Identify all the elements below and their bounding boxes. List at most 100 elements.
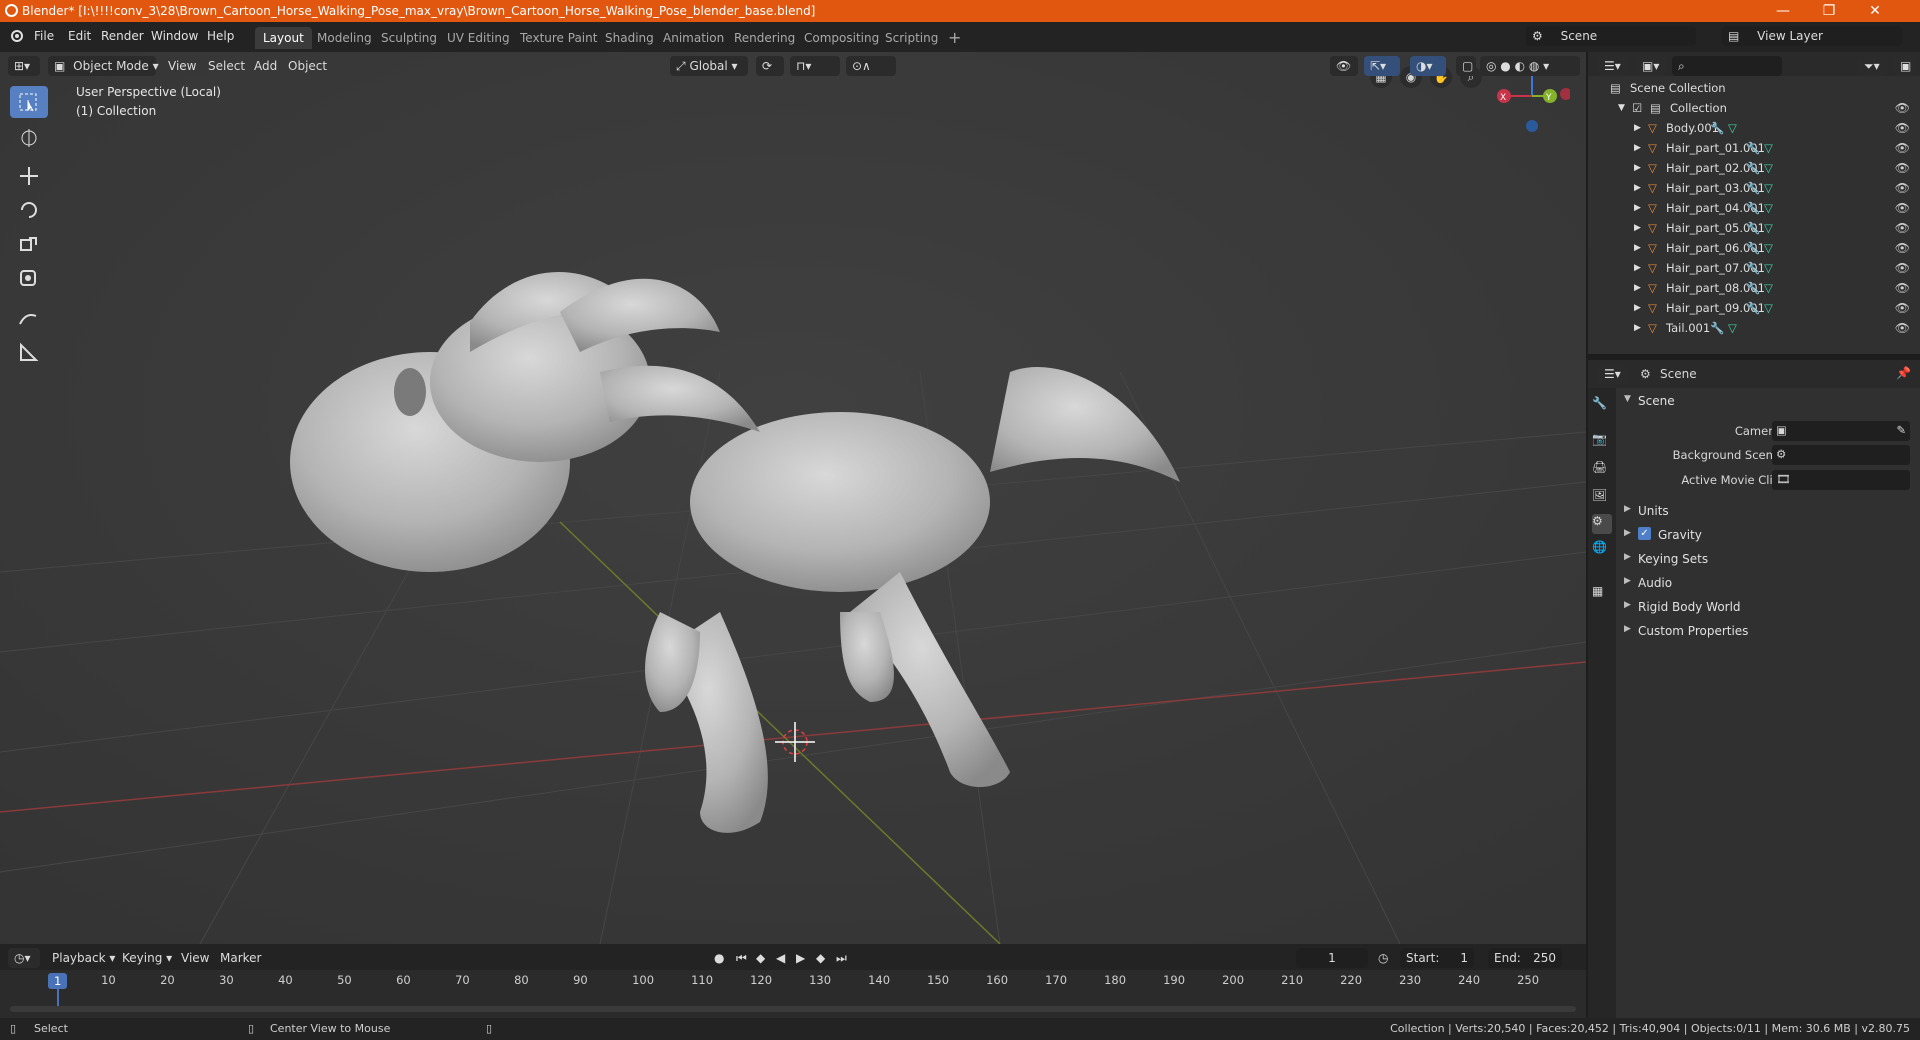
play-reverse-icon[interactable]: ◀	[776, 951, 785, 965]
xray-icon[interactable]: ▢	[1456, 56, 1476, 76]
outliner-search-input[interactable]: ⌕	[1672, 56, 1782, 76]
pivot-icon[interactable]: ⟳	[756, 56, 784, 76]
eye-icon[interactable]: 👁	[1895, 101, 1910, 115]
tab-rendering[interactable]: Rendering	[726, 27, 803, 49]
overlay-toggle-icon[interactable]: ◑▾	[1410, 56, 1446, 76]
prev-keyframe-icon[interactable]: ◆	[756, 951, 765, 965]
eye-icon[interactable]: 👁	[1895, 161, 1910, 175]
outliner-editor-icon[interactable]: ☰▾	[1598, 56, 1628, 76]
filter-icon[interactable]: ⏷▾	[1858, 56, 1888, 76]
modifier-wrench-icon[interactable]: 🔧	[1746, 181, 1760, 195]
editor-type-icon[interactable]: ⊞▾	[8, 56, 40, 76]
eye-icon[interactable]: 👁	[1895, 201, 1910, 215]
minimize-button[interactable]: —	[1760, 0, 1806, 22]
cursor-tool[interactable]	[10, 122, 48, 154]
eye-icon[interactable]: 👁	[1895, 221, 1910, 235]
tab-scripting[interactable]: Scripting	[877, 27, 946, 49]
tab-shading[interactable]: Shading	[597, 27, 662, 49]
property-panel-header[interactable]: ▶ Rigid Body World	[1620, 596, 1920, 618]
jump-end-icon[interactable]: ⏭	[836, 951, 847, 966]
render-tab-icon[interactable]: 📷	[1592, 432, 1612, 452]
menu-keying[interactable]: Keying ▾	[122, 951, 172, 965]
outliner-scene-collection[interactable]: ▤ Scene Collection	[1588, 78, 1920, 98]
scene-selector[interactable]: ⚙ Scene	[1526, 26, 1696, 46]
blender-menu-icon[interactable]	[10, 29, 24, 46]
modifier-wrench-icon[interactable]: 🔧	[1710, 321, 1724, 335]
mesh-data-icon[interactable]: ▽	[1764, 221, 1773, 235]
expand-arrow-icon[interactable]: ▶	[1634, 263, 1641, 273]
eye-icon[interactable]: 👁	[1895, 261, 1910, 275]
menu-timeline-view[interactable]: View	[181, 951, 209, 965]
scene-tab-icon[interactable]: ⚙	[1592, 514, 1612, 534]
menu-file[interactable]: File	[34, 29, 54, 43]
mesh-data-icon[interactable]: ▽	[1764, 241, 1773, 255]
expand-arrow-icon[interactable]: ▶	[1634, 243, 1641, 253]
3d-viewport[interactable]: User Perspective (Local) (1) Collection …	[0, 52, 1586, 944]
modifier-wrench-icon[interactable]: 🔧	[1746, 301, 1760, 315]
mesh-data-icon[interactable]: ▽	[1764, 281, 1773, 295]
outliner-collection[interactable]: ▼ ☑ ▤ Collection 👁	[1588, 98, 1920, 118]
eye-icon[interactable]: 👁	[1895, 301, 1910, 315]
expand-arrow-icon[interactable]: ▶	[1634, 163, 1641, 173]
modifier-wrench-icon[interactable]: 🔧	[1746, 201, 1760, 215]
menu-object[interactable]: Object	[288, 59, 327, 73]
outliner-object-row[interactable]: ▶ ▽ Hair_part_07.001 🔧 ▽ 👁	[1588, 258, 1920, 278]
expand-arrow-icon[interactable]: ▶	[1634, 223, 1641, 233]
mesh-data-icon[interactable]: ▽	[1764, 141, 1773, 155]
tab-layout[interactable]: Layout	[255, 27, 312, 49]
view-layer-tab-icon[interactable]: 🖼	[1592, 488, 1612, 508]
visibility-icon[interactable]: 👁	[1330, 56, 1358, 76]
expand-arrow-icon[interactable]: ▶	[1634, 123, 1641, 133]
outliner-object-row[interactable]: ▶ ▽ Body.001 🔧 ▽ 👁	[1588, 118, 1920, 138]
measure-tool[interactable]	[10, 336, 48, 368]
add-workspace-button[interactable]: +	[940, 27, 969, 49]
navigation-gizmo[interactable]: ▦ ◉ ✋ ⌕ Z X Y	[1370, 59, 1570, 156]
mesh-data-icon[interactable]: ▽	[1764, 181, 1773, 195]
expand-arrow-icon[interactable]: ▶	[1634, 323, 1641, 333]
start-frame-field[interactable]: Start: 1	[1400, 948, 1474, 968]
modifier-wrench-icon[interactable]: 🔧	[1746, 161, 1760, 175]
annotate-tool[interactable]	[10, 302, 48, 334]
gizmo-toggle-icon[interactable]: ⇱▾	[1364, 56, 1400, 76]
pin-icon[interactable]: 📌	[1896, 366, 1911, 380]
property-panel-header[interactable]: ▶ Audio	[1620, 572, 1920, 594]
record-icon[interactable]: ●	[714, 951, 724, 965]
expand-arrow-icon[interactable]: ▶	[1634, 303, 1641, 313]
outliner-object-row[interactable]: ▶ ▽ Hair_part_01.001 🔧 ▽ 👁	[1588, 138, 1920, 158]
texture-tab-icon[interactable]: ▦	[1592, 584, 1612, 604]
menu-view[interactable]: View	[168, 59, 196, 73]
new-collection-icon[interactable]: ▣	[1894, 56, 1916, 76]
end-frame-field[interactable]: End: 250	[1488, 948, 1562, 968]
menu-marker[interactable]: Marker	[220, 951, 261, 965]
scale-tool[interactable]	[10, 228, 48, 260]
gravity-checkbox[interactable]: ✓	[1638, 527, 1651, 540]
scene-section-header[interactable]: ▼ Scene	[1620, 390, 1920, 412]
expand-arrow-icon[interactable]: ▶	[1634, 203, 1641, 213]
modifier-wrench-icon[interactable]: 🔧	[1746, 241, 1760, 255]
menu-edit[interactable]: Edit	[68, 29, 91, 43]
outliner-object-row[interactable]: ▶ ▽ Hair_part_06.001 🔧 ▽ 👁	[1588, 238, 1920, 258]
shading-mode-icons[interactable]: ◎ ● ◐ ◍ ▾	[1480, 56, 1580, 76]
mode-selector[interactable]: ▣ Object Mode ▾	[48, 56, 159, 76]
properties-editor-icon[interactable]: ☰▾	[1598, 364, 1628, 384]
eye-icon[interactable]: 👁	[1895, 121, 1910, 135]
expand-arrow-icon[interactable]: ▼	[1618, 103, 1625, 113]
world-tab-icon[interactable]: 🌐	[1592, 540, 1612, 560]
display-mode-icon[interactable]: ▣▾	[1636, 56, 1666, 76]
menu-help[interactable]: Help	[207, 29, 234, 43]
tab-modeling[interactable]: Modeling	[309, 27, 380, 49]
active-movie-clip-field[interactable]: 🎞	[1772, 470, 1910, 490]
mesh-data-icon[interactable]: ▽	[1764, 201, 1773, 215]
maximize-button[interactable]: ❐	[1806, 0, 1852, 22]
outliner-object-row[interactable]: ▶ ▽ Tail.001 🔧 ▽ 👁	[1588, 318, 1920, 338]
jump-start-icon[interactable]: ⏮	[736, 951, 747, 966]
outliner-object-row[interactable]: ▶ ▽ Hair_part_02.001 🔧 ▽ 👁	[1588, 158, 1920, 178]
expand-arrow-icon[interactable]: ▶	[1634, 183, 1641, 193]
playhead[interactable]	[57, 988, 59, 1008]
timeline-scrollbar[interactable]	[10, 1006, 1576, 1012]
eye-icon[interactable]: 👁	[1895, 281, 1910, 295]
expand-arrow-icon[interactable]: ▶	[1634, 143, 1641, 153]
eye-icon[interactable]: 👁	[1895, 141, 1910, 155]
outliner-object-row[interactable]: ▶ ▽ Hair_part_04.001 🔧 ▽ 👁	[1588, 198, 1920, 218]
mesh-data-icon[interactable]: ▽	[1728, 121, 1737, 135]
